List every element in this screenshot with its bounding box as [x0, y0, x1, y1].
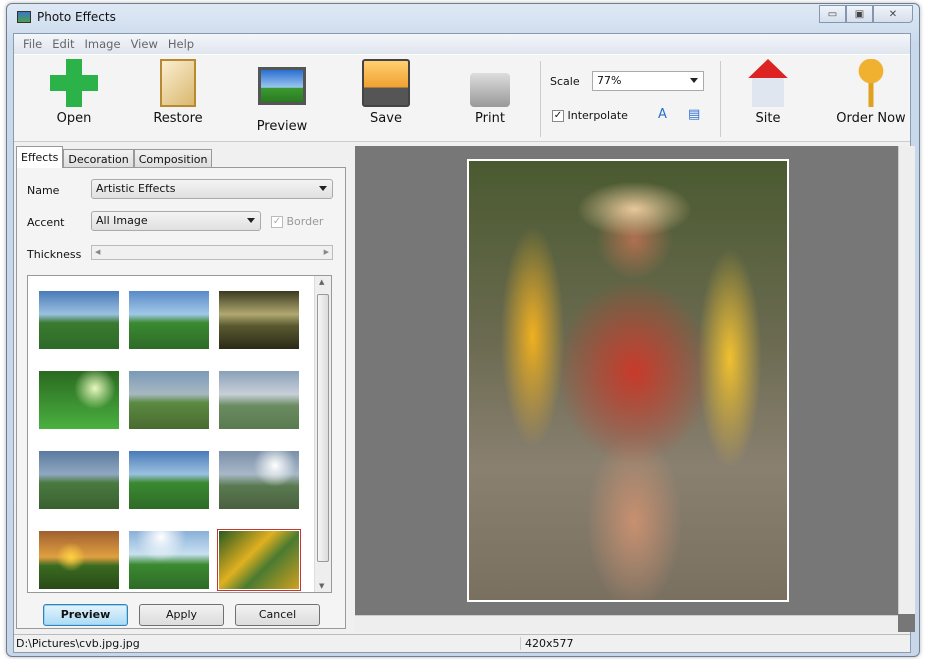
cancel-button[interactable]: Cancel: [235, 604, 320, 626]
site-label: Site: [755, 111, 781, 126]
tab-effects[interactable]: Effects: [16, 146, 64, 168]
name-label: Name: [27, 184, 60, 197]
status-bar: D:\Pictures\cvb.jpg.jpg 420x577: [14, 634, 910, 652]
order-now-button[interactable]: Order Now: [826, 59, 916, 126]
thumbnail-scrollbar[interactable]: ▲ ▼: [314, 276, 331, 592]
save-button[interactable]: Save: [348, 59, 424, 126]
arrow-right-icon[interactable]: ▶: [324, 248, 329, 256]
scale-dropdown[interactable]: 77%: [592, 71, 704, 91]
image-canvas: [355, 146, 915, 632]
tab-composition[interactable]: Composition: [133, 149, 213, 168]
floppy-disk-icon: [362, 59, 410, 107]
scale-label: Scale: [550, 75, 580, 88]
print-label: Print: [475, 111, 505, 126]
accent-dropdown[interactable]: All Image: [91, 211, 261, 231]
site-button[interactable]: Site: [730, 59, 806, 126]
effect-name-value: Artistic Effects: [96, 182, 176, 195]
chevron-down-icon: [247, 218, 255, 227]
accent-label: Accent: [27, 216, 65, 229]
checkbox-icon: ✓: [552, 110, 564, 122]
page-icon[interactable]: ▤: [688, 107, 700, 122]
restore-button[interactable]: Restore: [140, 59, 216, 126]
canvas-horizontal-scrollbar[interactable]: [355, 615, 898, 632]
accent-value: All Image: [96, 214, 148, 227]
effect-thumbnail[interactable]: [39, 451, 119, 509]
effect-thumbnail[interactable]: [129, 451, 209, 509]
effects-panel: Effects Decoration Composition Name Arti…: [16, 146, 352, 632]
close-button[interactable]: ✕: [873, 5, 913, 23]
effect-thumbnail[interactable]: [219, 371, 299, 429]
picture-icon: [258, 67, 306, 105]
thickness-label: Thickness: [27, 248, 82, 261]
open-label: Open: [56, 111, 92, 126]
order-now-label: Order Now: [836, 111, 906, 126]
app-window: Photo Effects ▭ ▣ ✕ File Edit Image View Help …: [6, 3, 920, 657]
keys-icon: [854, 59, 888, 107]
checkbox-icon: ✓: [271, 216, 283, 228]
preview-label: Preview: [256, 119, 308, 134]
border-label: Border: [286, 215, 324, 228]
apply-button[interactable]: Apply: [139, 604, 224, 626]
save-label: Save: [370, 111, 402, 126]
effect-thumbnail[interactable]: [219, 451, 299, 509]
restore-label: Restore: [153, 111, 203, 126]
menu-file[interactable]: File: [18, 37, 47, 51]
effect-thumbnail[interactable]: [39, 531, 119, 589]
font-icon[interactable]: A: [658, 107, 667, 122]
menu-edit[interactable]: Edit: [47, 37, 79, 51]
app-icon: [17, 11, 31, 23]
chevron-down-icon: [690, 78, 698, 87]
scale-value: 77%: [597, 74, 622, 87]
effect-thumbnail[interactable]: [129, 291, 209, 349]
window-title: Photo Effects: [37, 10, 116, 24]
minimize-button[interactable]: ▭: [819, 5, 846, 23]
menu-image[interactable]: Image: [80, 37, 126, 51]
interpolate-label: Interpolate: [567, 109, 628, 122]
arrow-left-icon[interactable]: ◀: [95, 248, 100, 256]
interpolate-checkbox[interactable]: ✓ Interpolate: [552, 109, 628, 122]
effect-name-dropdown[interactable]: Artistic Effects: [91, 179, 333, 199]
notepad-pencil-icon: [160, 59, 196, 107]
plus-icon: [50, 59, 98, 107]
thickness-slider[interactable]: ◀ ▶: [91, 245, 333, 260]
open-button[interactable]: Open: [36, 59, 112, 126]
effect-thumbnail[interactable]: [129, 371, 209, 429]
printer-icon: [470, 73, 510, 107]
file-path: D:\Pictures\cvb.jpg.jpg: [16, 637, 140, 650]
maximize-button[interactable]: ▣: [846, 5, 873, 23]
house-icon: [748, 59, 788, 107]
print-button[interactable]: Print: [452, 59, 528, 126]
tab-decoration[interactable]: Decoration: [63, 149, 134, 168]
menu-help[interactable]: Help: [163, 37, 199, 51]
effect-thumbnail[interactable]: [217, 529, 301, 591]
preview-toolbar-button[interactable]: Preview: [244, 59, 320, 134]
preview-image: [467, 159, 789, 602]
effect-thumbnail[interactable]: [39, 291, 119, 349]
chevron-down-icon: [319, 186, 327, 195]
toolbar: Open Restore Preview Save Print Scale 77…: [14, 54, 910, 142]
effect-thumbnail[interactable]: [39, 371, 119, 429]
menu-view[interactable]: View: [126, 37, 163, 51]
title-bar: Photo Effects: [17, 10, 116, 24]
effect-thumbnail[interactable]: [129, 531, 209, 589]
preview-button[interactable]: Preview: [43, 604, 128, 626]
image-size: 420x577: [520, 637, 574, 650]
menu-bar: File Edit Image View Help: [14, 34, 910, 54]
effects-thumbnail-list: ▲ ▼: [27, 275, 332, 593]
effect-thumbnail[interactable]: [219, 291, 299, 349]
canvas-vertical-scrollbar[interactable]: [898, 146, 915, 614]
border-checkbox[interactable]: ✓ Border: [271, 215, 323, 228]
